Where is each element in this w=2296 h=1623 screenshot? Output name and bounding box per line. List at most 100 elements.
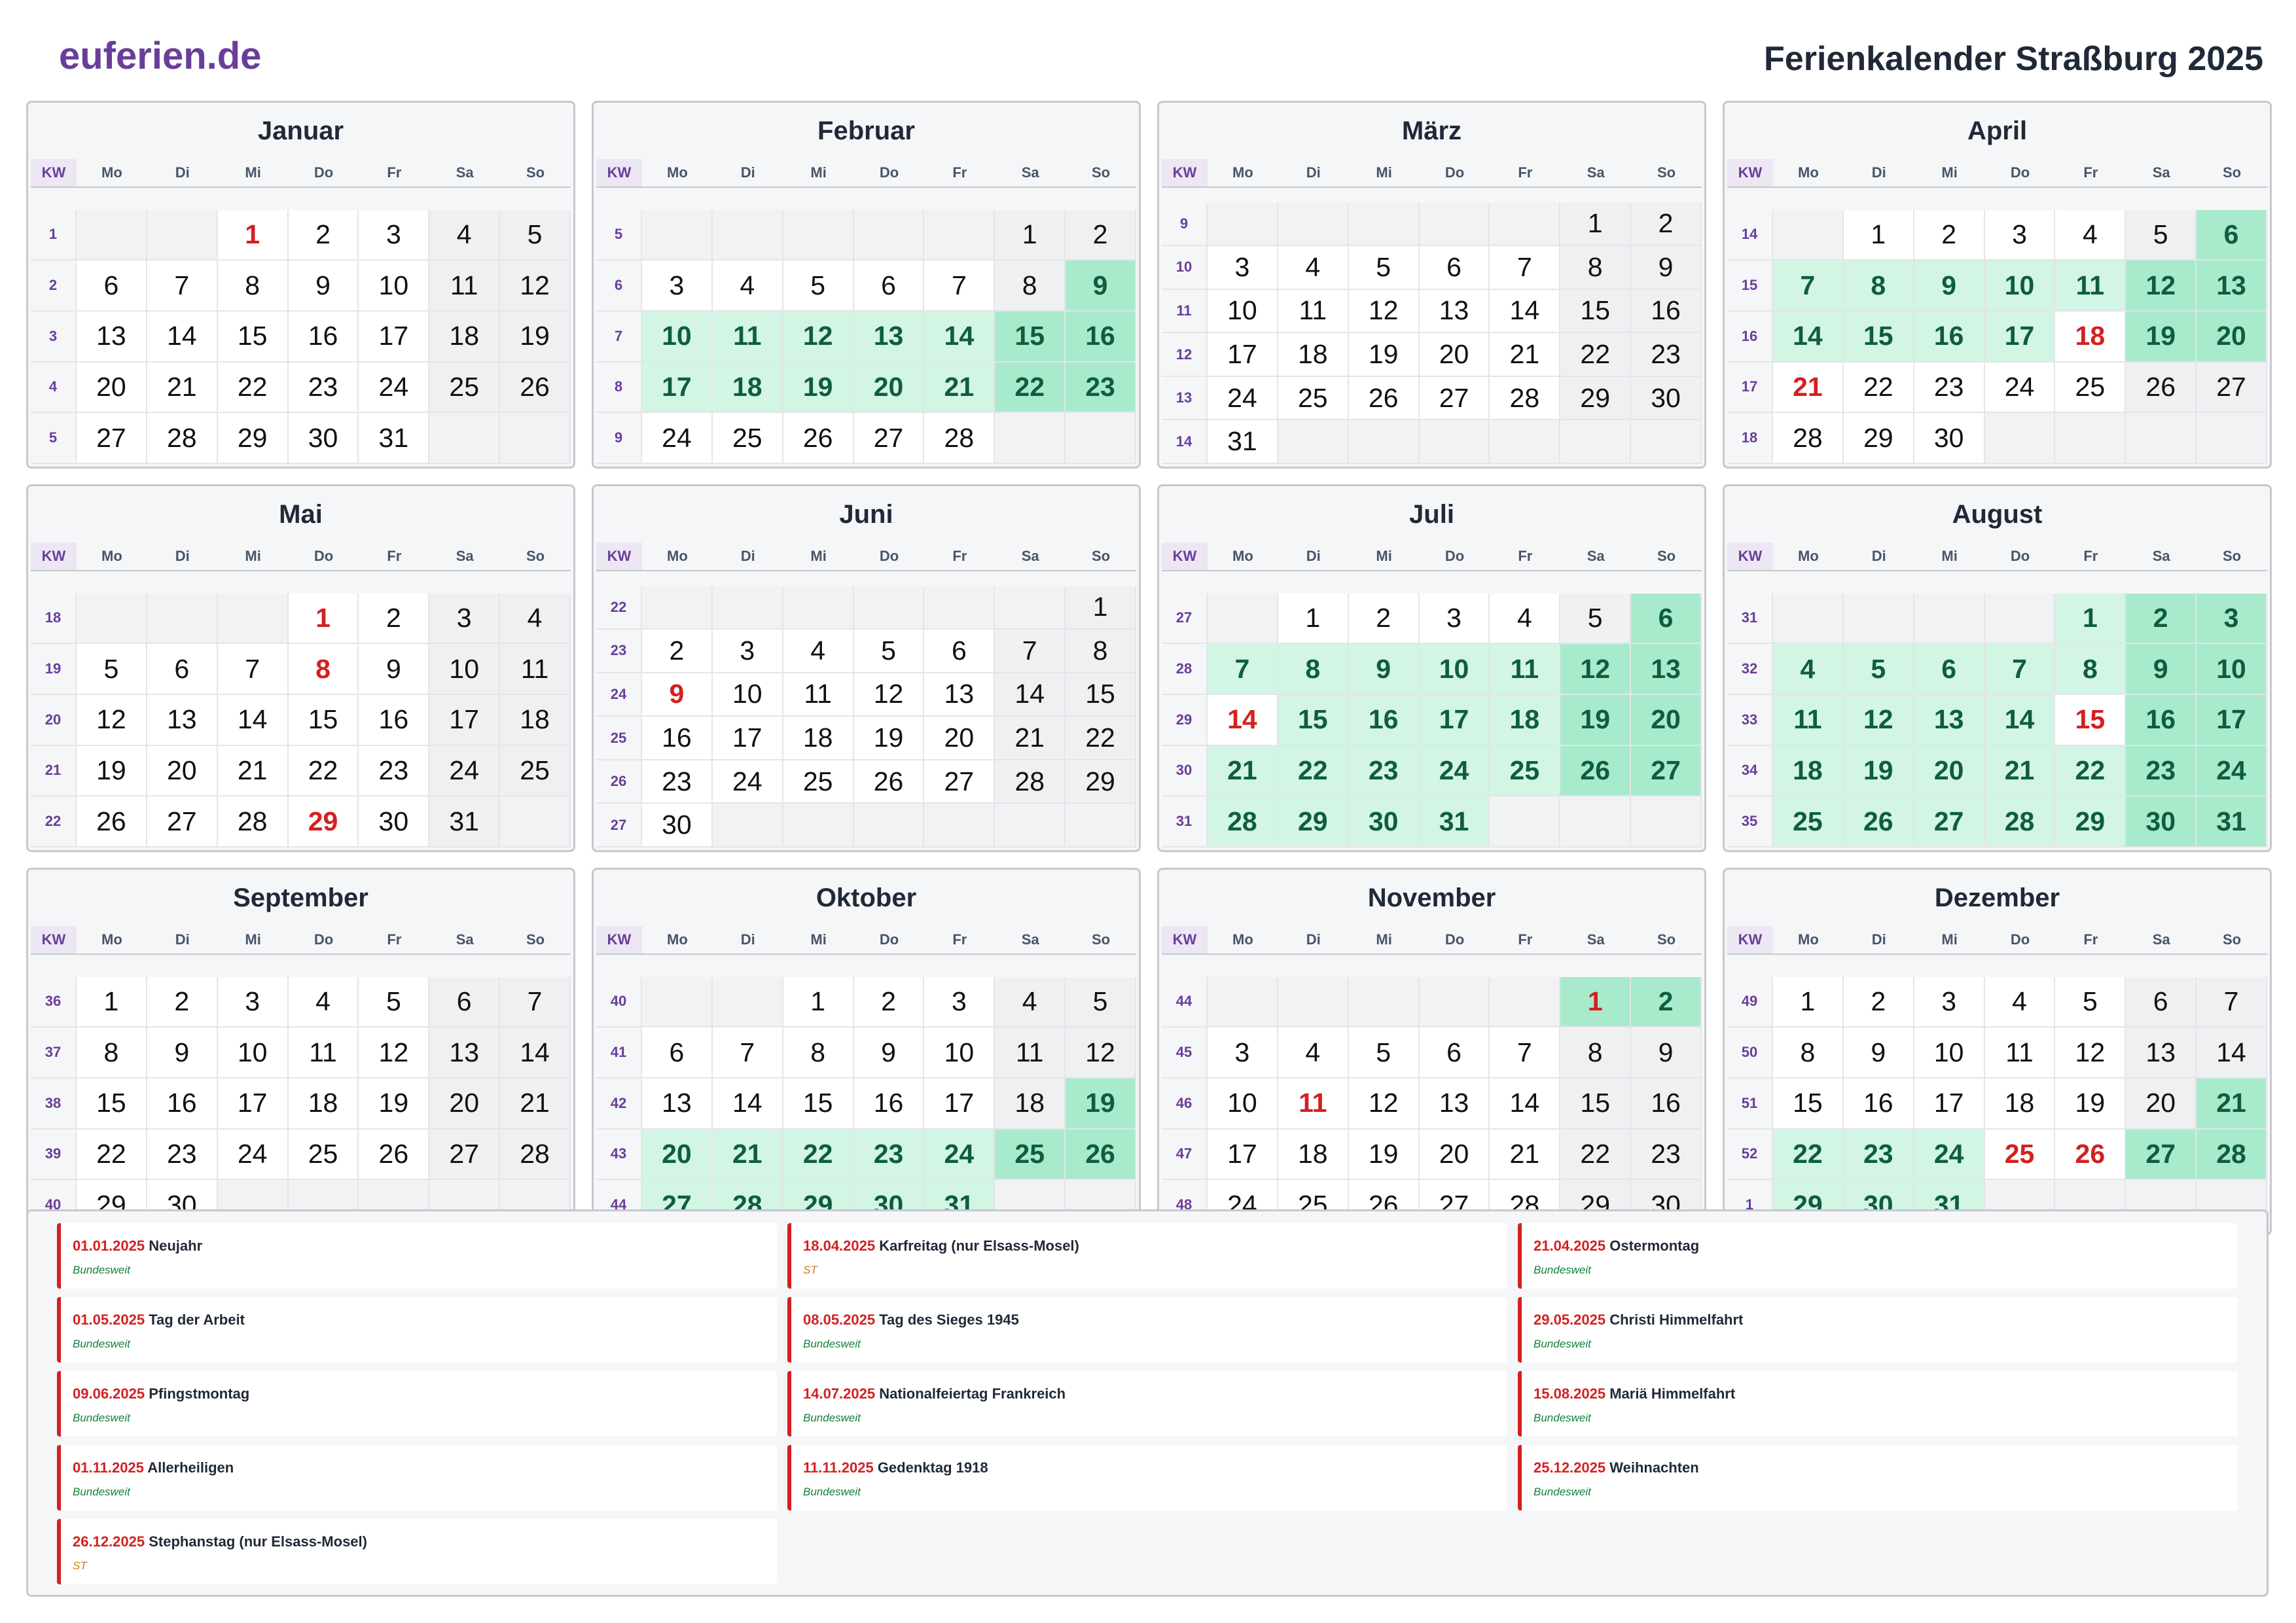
day-cell[interactable]: 30 [642,804,713,847]
day-cell[interactable]: 3 [1208,246,1278,290]
day-cell[interactable]: 24 [1419,745,1490,797]
day-cell[interactable]: 8 [1066,630,1136,673]
day-cell[interactable]: 23 [359,745,430,797]
day-cell[interactable]: 16 [1348,694,1420,746]
day-cell[interactable]: 21 [1208,745,1278,797]
day-cell[interactable]: 17 [359,311,430,363]
day-cell[interactable]: 29 [217,413,289,464]
day-cell[interactable]: 13 [2126,1027,2197,1079]
day-cell[interactable]: 20 [147,745,218,797]
day-cell[interactable]: 16 [2126,694,2197,746]
day-cell[interactable]: 5 [1348,246,1420,290]
day-cell[interactable]: 10 [924,1027,996,1079]
day-cell[interactable]: 21 [1773,362,1844,414]
day-cell[interactable]: 14 [995,673,1066,717]
day-cell[interactable]: 5 [1066,976,1136,1028]
day-cell[interactable]: 15 [1560,289,1632,334]
day-cell[interactable]: 9 [642,673,713,717]
day-cell[interactable]: 14 [147,311,218,363]
day-cell[interactable]: 20 [429,1078,501,1130]
day-cell[interactable]: 17 [429,694,501,746]
day-cell[interactable]: 14 [2197,1027,2267,1079]
day-cell[interactable]: 18 [1278,1129,1349,1181]
day-cell[interactable]: 15 [995,311,1066,363]
day-cell[interactable]: 21 [1984,745,2056,797]
day-cell[interactable]: 17 [2197,694,2267,746]
day-cell[interactable]: 10 [712,673,783,717]
day-cell[interactable]: 18 [288,1078,359,1130]
day-cell[interactable]: 20 [2197,311,2267,363]
day-cell[interactable]: 28 [2197,1129,2267,1181]
day-cell[interactable]: 26 [783,413,854,464]
day-cell[interactable]: 2 [147,976,218,1028]
day-cell[interactable]: 3 [1914,976,1985,1028]
day-cell[interactable]: 5 [1348,1027,1420,1079]
day-cell[interactable]: 2 [359,593,430,645]
day-cell[interactable]: 18 [712,362,783,414]
day-cell[interactable]: 23 [1631,333,1702,377]
day-cell[interactable]: 30 [1631,376,1702,421]
day-cell[interactable]: 21 [1490,1129,1561,1181]
day-cell[interactable]: 6 [1631,593,1702,645]
day-cell[interactable]: 22 [1773,1129,1844,1181]
day-cell[interactable]: 6 [1419,1027,1490,1079]
day-cell[interactable]: 4 [1773,644,1844,695]
day-cell[interactable]: 12 [2126,260,2197,312]
day-cell[interactable]: 20 [1631,694,1702,746]
day-cell[interactable]: 16 [147,1078,218,1130]
day-cell[interactable]: 27 [853,413,925,464]
day-cell[interactable]: 12 [783,311,854,363]
day-cell[interactable]: 22 [1066,717,1136,760]
day-cell[interactable]: 20 [642,1129,713,1181]
day-cell[interactable]: 15 [1560,1078,1632,1130]
day-cell[interactable]: 16 [1066,311,1136,363]
day-cell[interactable]: 25 [429,362,501,414]
day-cell[interactable]: 22 [1278,745,1349,797]
day-cell[interactable]: 11 [995,1027,1066,1079]
day-cell[interactable]: 9 [853,1027,925,1079]
day-cell[interactable]: 12 [1348,289,1420,334]
day-cell[interactable]: 6 [2197,209,2267,261]
day-cell[interactable]: 26 [853,760,925,804]
day-cell[interactable]: 9 [1843,1027,1914,1079]
day-cell[interactable]: 8 [995,260,1066,312]
day-cell[interactable]: 4 [1490,593,1561,645]
day-cell[interactable]: 27 [429,1129,501,1181]
day-cell[interactable]: 24 [1208,376,1278,421]
day-cell[interactable]: 7 [2197,976,2267,1028]
day-cell[interactable]: 12 [500,260,571,312]
day-cell[interactable]: 11 [1490,644,1561,695]
day-cell[interactable]: 4 [288,976,359,1028]
day-cell[interactable]: 24 [359,362,430,414]
day-cell[interactable]: 26 [1560,745,1632,797]
day-cell[interactable]: 25 [783,760,854,804]
day-cell[interactable]: 8 [2055,644,2126,695]
day-cell[interactable]: 7 [1773,260,1844,312]
day-cell[interactable]: 12 [77,694,147,746]
day-cell[interactable]: 21 [2197,1078,2267,1130]
day-cell[interactable]: 4 [712,260,783,312]
day-cell[interactable]: 30 [359,796,430,847]
day-cell[interactable]: 18 [1984,1078,2056,1130]
day-cell[interactable]: 24 [712,760,783,804]
day-cell[interactable]: 14 [1490,1078,1561,1130]
day-cell[interactable]: 27 [924,760,996,804]
day-cell[interactable]: 1 [217,209,289,261]
day-cell[interactable]: 24 [2197,745,2267,797]
day-cell[interactable]: 9 [1348,644,1420,695]
day-cell[interactable]: 1 [1278,593,1349,645]
day-cell[interactable]: 9 [2126,644,2197,695]
day-cell[interactable]: 10 [1208,289,1278,334]
day-cell[interactable]: 17 [1208,1129,1278,1181]
day-cell[interactable]: 1 [288,593,359,645]
day-cell[interactable]: 28 [147,413,218,464]
day-cell[interactable]: 13 [429,1027,501,1079]
day-cell[interactable]: 13 [77,311,147,363]
day-cell[interactable]: 25 [2055,362,2126,414]
day-cell[interactable]: 29 [1843,413,1914,464]
day-cell[interactable]: 7 [1490,246,1561,290]
day-cell[interactable]: 28 [1984,796,2056,847]
day-cell[interactable]: 7 [217,644,289,695]
day-cell[interactable]: 2 [2126,593,2197,645]
day-cell[interactable]: 12 [1066,1027,1136,1079]
